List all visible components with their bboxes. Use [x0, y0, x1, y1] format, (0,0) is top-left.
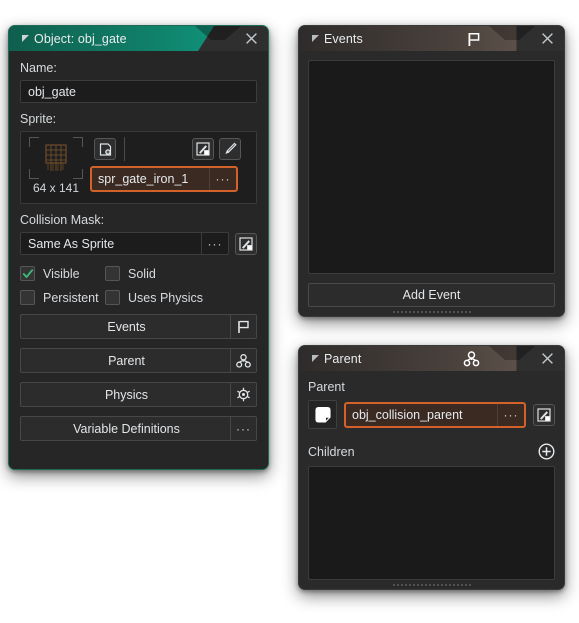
- checkbox-uses-physics[interactable]: Uses Physics: [105, 290, 203, 305]
- parent-window: Parent Parent obj_collision_parent ··· C…: [298, 345, 565, 590]
- bracket-bottom-left: [29, 169, 39, 179]
- sprite-label: Sprite:: [20, 112, 57, 126]
- object-window-titlebar[interactable]: Object: obj_gate: [9, 26, 268, 51]
- parent-field-label: Parent: [308, 380, 345, 394]
- close-icon[interactable]: [539, 350, 556, 367]
- parent-field-row: obj_collision_parent ···: [308, 400, 555, 429]
- collision-mask-ellipsis-icon[interactable]: ···: [201, 233, 228, 254]
- sprite-dimensions: 64 x 141: [32, 181, 80, 195]
- resize-grip[interactable]: [391, 583, 472, 587]
- collision-mask-label: Collision Mask:: [20, 213, 105, 227]
- parent-window-titlebar[interactable]: Parent: [299, 346, 564, 371]
- flag-icon: [465, 30, 483, 48]
- checkbox-visible-label: Visible: [43, 266, 80, 281]
- checkbox-visible-box[interactable]: [20, 266, 35, 281]
- object-window: Object: obj_gate Name: obj_gate Sprite:: [8, 25, 269, 470]
- name-label: Name:: [20, 61, 57, 75]
- events-window-titlebar[interactable]: Events: [299, 26, 564, 51]
- events-list[interactable]: [308, 60, 555, 274]
- sprite-name-value: spr_gate_iron_1: [98, 172, 189, 186]
- object-square-icon[interactable]: [308, 400, 337, 429]
- collision-mask-value: Same As Sprite: [28, 236, 115, 251]
- checkbox-persistent[interactable]: Persistent: [20, 290, 105, 305]
- add-event-button[interactable]: Add Event: [308, 283, 555, 307]
- collision-mask-row: Same As Sprite ···: [20, 232, 257, 255]
- checkbox-solid[interactable]: Solid: [105, 266, 156, 281]
- paintbrush-icon[interactable]: [219, 138, 241, 160]
- gate-sprite-preview: [45, 144, 67, 171]
- bracket-bottom-right: [73, 169, 83, 179]
- checkbox-persistent-box[interactable]: [20, 290, 35, 305]
- variable-definitions-button-label: Variable Definitions: [73, 421, 180, 436]
- events-button-label: Events: [107, 319, 146, 334]
- parent-button[interactable]: Parent: [20, 348, 257, 373]
- object-name-input[interactable]: obj_gate: [20, 80, 257, 103]
- resize-grip[interactable]: [391, 310, 472, 314]
- parent-object-field[interactable]: obj_collision_parent ···: [344, 401, 526, 428]
- close-icon[interactable]: [243, 30, 260, 47]
- edit-sprite-icon[interactable]: [192, 138, 214, 160]
- app-background: Object: obj_gate Name: obj_gate Sprite:: [0, 0, 579, 623]
- flag-icon: [230, 315, 256, 338]
- sprite-thumbnail[interactable]: [29, 137, 83, 179]
- events-panel-body: Add Event: [299, 51, 564, 316]
- plus-circle-icon[interactable]: [538, 443, 555, 460]
- new-sprite-icon[interactable]: [94, 138, 116, 160]
- collapse-icon[interactable]: [307, 34, 323, 43]
- checkbox-uses-physics-box[interactable]: [105, 290, 120, 305]
- physics-button-label: Physics: [104, 387, 149, 402]
- edit-parent-icon[interactable]: [533, 403, 555, 426]
- collapse-icon[interactable]: [17, 34, 33, 43]
- physics-button[interactable]: Physics: [20, 382, 257, 407]
- events-window-title: Events: [324, 31, 363, 46]
- checkbox-persistent-label: Persistent: [43, 290, 99, 305]
- parent-hierarchy-icon: [230, 349, 256, 372]
- bracket-top-left: [29, 137, 39, 147]
- parent-hierarchy-icon: [462, 350, 480, 368]
- collision-mask-dropdown[interactable]: Same As Sprite ···: [20, 232, 229, 255]
- close-icon[interactable]: [539, 30, 556, 47]
- checkbox-solid-label: Solid: [128, 266, 156, 281]
- children-header: Children: [308, 443, 555, 460]
- events-button[interactable]: Events: [20, 314, 257, 339]
- events-window: Events Add Event: [298, 25, 565, 317]
- checkbox-solid-box[interactable]: [105, 266, 120, 281]
- children-label: Children: [308, 444, 355, 459]
- sprite-toolbar-separator: [124, 137, 125, 161]
- sprite-name-field[interactable]: spr_gate_iron_1 ···: [90, 166, 238, 192]
- checkbox-visible[interactable]: Visible: [20, 266, 105, 281]
- parent-menu-ellipsis-icon[interactable]: ···: [497, 403, 524, 426]
- object-window-body: Name: obj_gate Sprite: 64 x 141 spr_gate…: [9, 51, 268, 469]
- sprite-menu-ellipsis-icon[interactable]: ···: [209, 168, 236, 190]
- checkbox-row-1: Visible Solid: [20, 266, 257, 281]
- parent-button-label: Parent: [108, 353, 145, 368]
- sprite-block: 64 x 141 spr_gate_iron_1 ···: [20, 131, 257, 204]
- children-list[interactable]: [308, 466, 555, 580]
- variable-definitions-button[interactable]: Variable Definitions ···: [20, 416, 257, 441]
- physics-gear-icon: [230, 383, 256, 406]
- parent-panel-body: Parent obj_collision_parent ··· Children: [299, 371, 564, 589]
- parent-window-title: Parent: [324, 351, 362, 366]
- collapse-icon[interactable]: [307, 354, 323, 363]
- parent-object-value: obj_collision_parent: [352, 407, 463, 422]
- checkmark-icon: [22, 268, 33, 278]
- edit-mask-icon[interactable]: [235, 232, 257, 255]
- ellipsis-icon: ···: [230, 417, 256, 440]
- options-checkbox-grid: Visible Solid Persistent Uses Physics: [20, 266, 257, 305]
- object-window-title: Object: obj_gate: [34, 31, 127, 46]
- checkbox-uses-physics-label: Uses Physics: [128, 290, 204, 305]
- checkbox-row-2: Persistent Uses Physics: [20, 290, 257, 305]
- bracket-top-right: [73, 137, 83, 147]
